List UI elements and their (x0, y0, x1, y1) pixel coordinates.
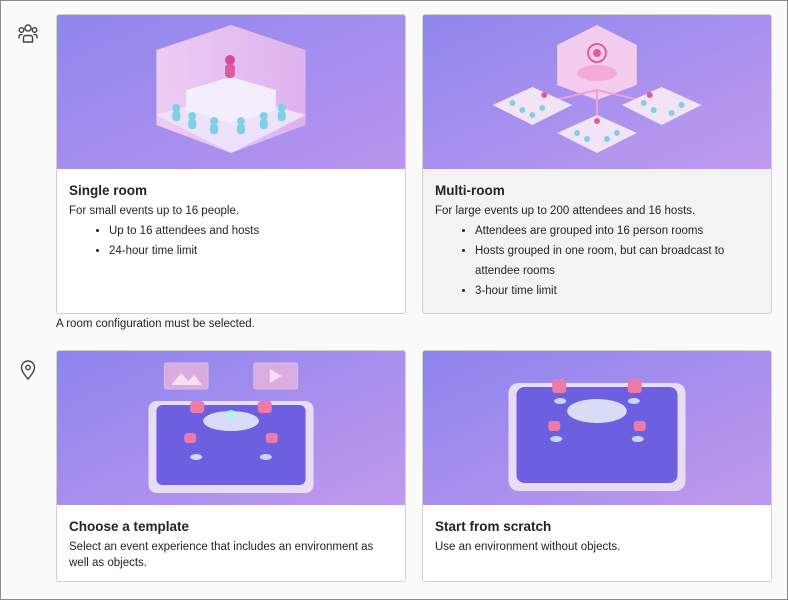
single-room-illustration (57, 15, 405, 169)
template-illustration (57, 351, 405, 505)
feature-item: Attendees are grouped into 16 person roo… (475, 221, 761, 241)
single-room-card[interactable]: Single room For small events up to 16 pe… (56, 14, 406, 314)
feature-item: Up to 16 attendees and hosts (109, 221, 395, 241)
feature-item: Hosts grouped in one room, but can broad… (475, 241, 761, 281)
feature-item: 24-hour time limit (109, 241, 395, 261)
card-title: Multi-room (435, 183, 505, 198)
card-description: Use an environment without objects. (435, 541, 621, 553)
feature-item: 3-hour time limit (475, 281, 761, 301)
card-description: Select an event experience that includes… (69, 541, 374, 569)
feature-list: Attendees are grouped into 16 person roo… (435, 221, 761, 301)
card-title: Start from scratch (435, 519, 552, 534)
scratch-illustration (423, 351, 771, 505)
start-from-scratch-card[interactable]: Start from scratch Use an environment wi… (422, 350, 772, 582)
multi-room-illustration (423, 15, 771, 169)
feature-list: Up to 16 attendees and hosts 24-hour tim… (69, 221, 395, 261)
location-pin-icon (20, 360, 36, 381)
people-group-icon (18, 24, 38, 43)
card-title: Choose a template (69, 519, 190, 534)
card-title: Single room (69, 183, 148, 198)
choose-template-card[interactable]: Choose a template Select an event experi… (56, 350, 406, 582)
card-description: For small events up to 16 people. (69, 205, 240, 217)
validation-message: A room configuration must be selected. (56, 318, 255, 330)
multi-room-card[interactable]: Multi-room For large events up to 200 at… (422, 14, 772, 314)
card-description: For large events up to 200 attendees and… (435, 205, 696, 217)
